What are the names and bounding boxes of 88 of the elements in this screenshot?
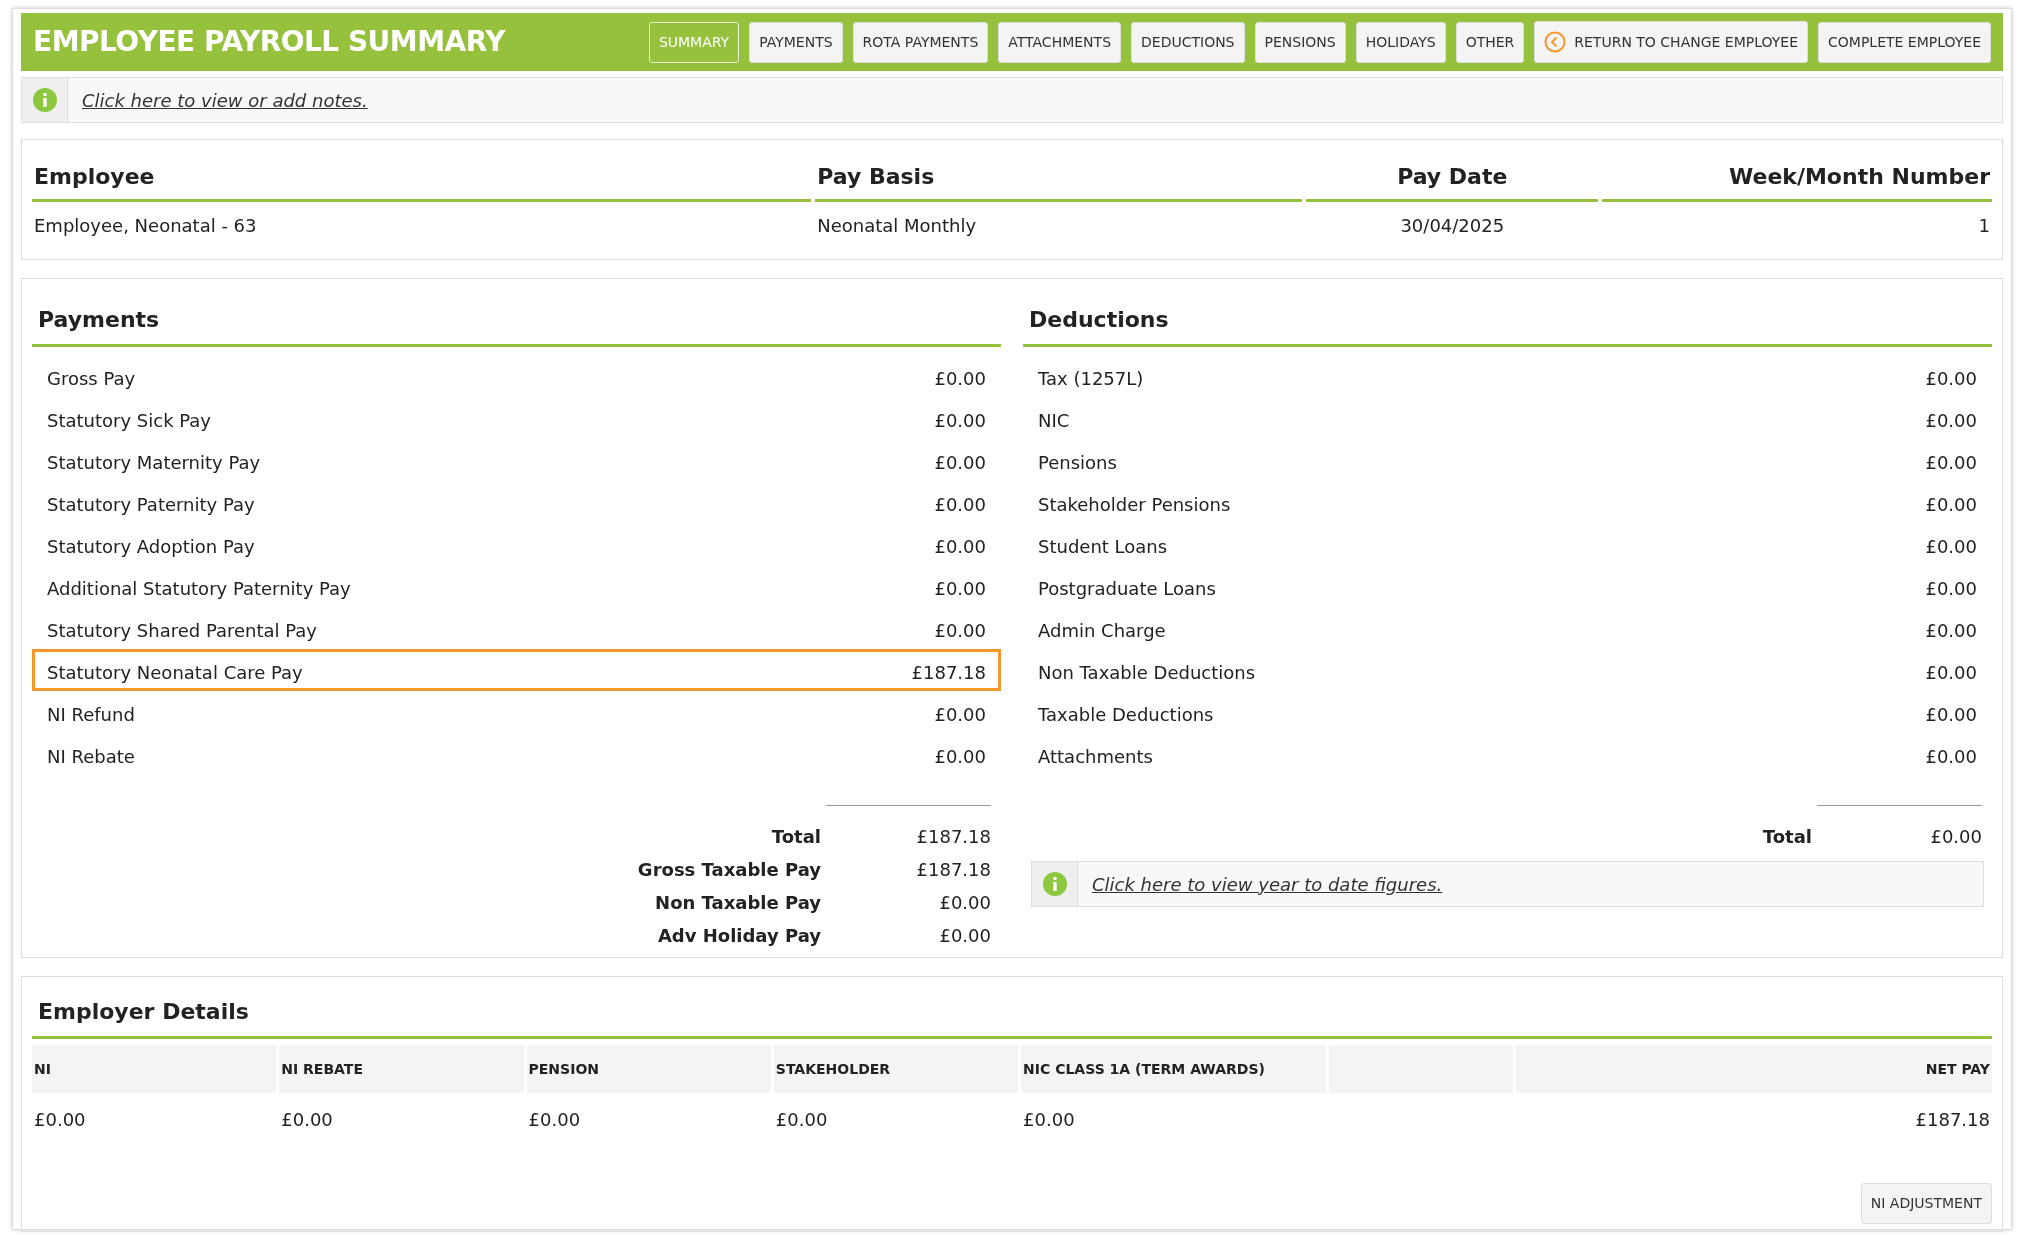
amount: £0.00	[934, 619, 986, 639]
line-label: Attachments	[1038, 745, 1153, 765]
line-label: NIC	[1038, 409, 1070, 429]
amount: £0.00	[934, 493, 986, 513]
line-label: Tax (1257L)	[1038, 367, 1144, 387]
total-label: Total	[771, 825, 821, 849]
table-cell-text: £187.18	[1914, 1108, 1991, 1132]
table-cell-text: Employee, Neonatal - 63	[33, 214, 258, 238]
line-label: Taxable Deductions	[1038, 703, 1214, 723]
info-icon	[31, 87, 58, 113]
amount: £0.00	[934, 367, 986, 387]
column-header: Employee	[32, 150, 812, 202]
tab[interactable]: HOLIDAYS	[1355, 21, 1446, 63]
amount: £0.00	[934, 577, 986, 597]
total-amount: £187.18	[915, 858, 991, 882]
line-label: Statutory Sick Pay	[47, 409, 212, 429]
table-cell-text: £0.00	[527, 1108, 582, 1132]
column-header: Pay Basis	[815, 150, 1303, 202]
amount: £0.00	[1925, 661, 1977, 681]
amount: £0.00	[1925, 535, 1977, 555]
amount: £0.00	[934, 535, 986, 555]
line-label: NI Rebate	[47, 745, 135, 765]
line-label: Pensions	[1038, 451, 1117, 471]
table-cell-text: 1	[1977, 214, 1991, 238]
amount: £0.00	[934, 451, 986, 471]
tab[interactable]: ATTACHMENTS	[998, 21, 1121, 63]
table-cell-text: 30/04/2025	[1399, 214, 1506, 238]
amount: £0.00	[934, 409, 986, 429]
line-label: Statutory Neonatal Care Pay	[47, 661, 303, 681]
table-cell-text: £0.00	[33, 1108, 87, 1132]
amount: £0.00	[1925, 451, 1977, 471]
total-amount: £0.00	[938, 891, 991, 915]
line-label: Admin Charge	[1038, 619, 1166, 639]
tab[interactable]: PENSIONS	[1254, 21, 1346, 63]
section-heading: Employer Details	[32, 987, 1992, 1039]
amount: £0.00	[1925, 577, 1977, 597]
total-label: Non Taxable Pay	[655, 891, 821, 915]
amount: £0.00	[1925, 745, 1977, 765]
table-cell-text: £0.00	[774, 1108, 829, 1132]
column-header: NIC CLASS 1A (TERM AWARDS)	[1021, 1045, 1327, 1093]
table-cell-text: £0.00	[1022, 1108, 1076, 1132]
total-label: Adv Holiday Pay	[657, 924, 821, 948]
table-cell-text: £0.00	[280, 1108, 334, 1132]
amount: £0.00	[1925, 493, 1977, 513]
line-label: NI Refund	[47, 703, 135, 723]
section-heading: Deductions	[1023, 295, 1992, 347]
line-label: Gross Pay	[47, 367, 136, 387]
line-label: Stakeholder Pensions	[1038, 493, 1231, 513]
column-header: NI REBATE	[279, 1045, 524, 1093]
info-icon	[1041, 871, 1068, 897]
column-header: STAKEHOLDER	[773, 1045, 1019, 1093]
line-label: Non Taxable Deductions	[1038, 661, 1256, 681]
tab[interactable]: ROTA PAYMENTS	[852, 21, 989, 63]
line-label: Postgraduate Loans	[1038, 577, 1216, 597]
action-button[interactable]: COMPLETE EMPLOYEE	[1818, 21, 1991, 63]
tab[interactable]: DEDUCTIONS	[1131, 21, 1245, 63]
total-amount: £187.18	[915, 825, 991, 849]
back-icon	[1544, 31, 1567, 53]
column-header: NI	[32, 1045, 277, 1093]
amount: £187.18	[911, 661, 986, 681]
notes-link[interactable]: Click here to view or add notes.	[82, 86, 368, 114]
column-header: Week/Month Number	[1602, 150, 1992, 202]
amount: £0.00	[1925, 619, 1977, 639]
action-button[interactable]: RETURN TO CHANGE EMPLOYEE	[1534, 21, 1808, 63]
line-label: Statutory Maternity Pay	[47, 451, 261, 471]
section-heading: Payments	[32, 295, 1001, 347]
table-cell-text: Neonatal Monthly	[816, 214, 978, 238]
page-title: EMPLOYEE PAYROLL SUMMARY	[33, 24, 506, 60]
line-label: Statutory Paternity Pay	[47, 493, 255, 513]
tab[interactable]: OTHER	[1455, 21, 1525, 63]
line-label: Additional Statutory Paternity Pay	[47, 577, 351, 597]
column-header: NET PAY	[1515, 1045, 1992, 1093]
ni-adjustment-button[interactable]: NI ADJUSTMENT	[1860, 1183, 1992, 1224]
column-header: Pay Date	[1306, 150, 1599, 202]
amount: £0.00	[1925, 409, 1977, 429]
line-label: Student Loans	[1038, 535, 1168, 555]
tab[interactable]: PAYMENTS	[749, 21, 843, 63]
amount: £0.00	[934, 745, 986, 765]
total-amount: £0.00	[938, 924, 991, 948]
amount: £0.00	[1925, 367, 1977, 387]
column-header: PENSION	[526, 1045, 771, 1093]
total-label: Total	[1762, 825, 1812, 849]
amount: £0.00	[1925, 703, 1977, 723]
line-label: Statutory Adoption Pay	[47, 535, 255, 555]
total-label: Gross Taxable Pay	[637, 858, 821, 882]
total-amount: £0.00	[1929, 825, 1982, 849]
amount: £0.00	[934, 703, 986, 723]
line-label: Statutory Shared Parental Pay	[47, 619, 318, 639]
